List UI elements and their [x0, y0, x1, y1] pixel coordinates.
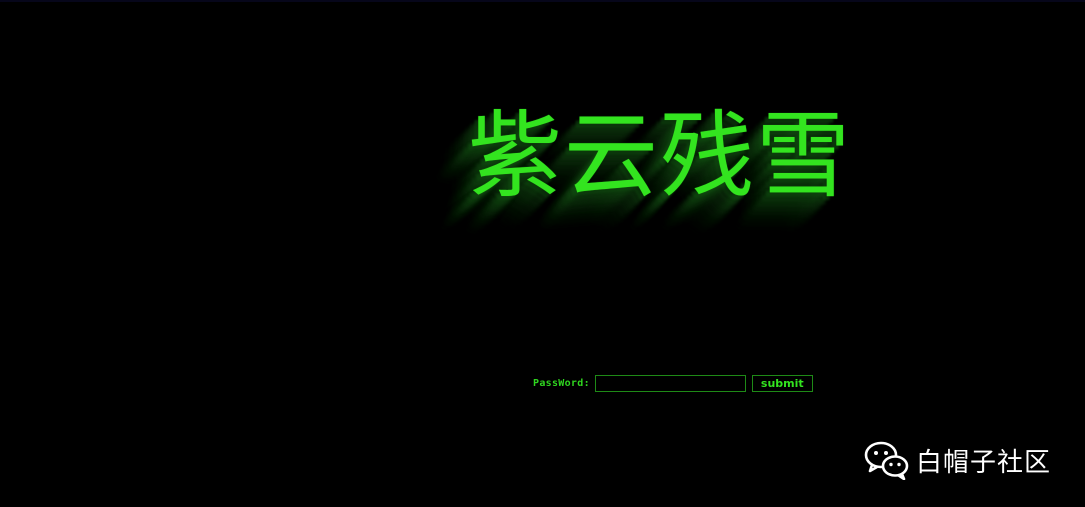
password-label: PassWord:	[533, 377, 590, 389]
login-form: PassWord: submit	[533, 373, 813, 393]
wechat-icon	[864, 441, 909, 480]
password-input[interactable]	[594, 374, 746, 392]
watermark: 白帽子社区	[864, 440, 1051, 480]
page: 紫云残雪 紫云残雪 PassWord: submit 白帽子社区	[0, 0, 1085, 507]
banner-title: 紫云残雪	[468, 102, 853, 211]
banner: 紫云残雪 紫云残雪	[468, 102, 898, 272]
submit-button[interactable]: submit	[751, 374, 813, 392]
watermark-text: 白帽子社区	[916, 447, 1052, 478]
